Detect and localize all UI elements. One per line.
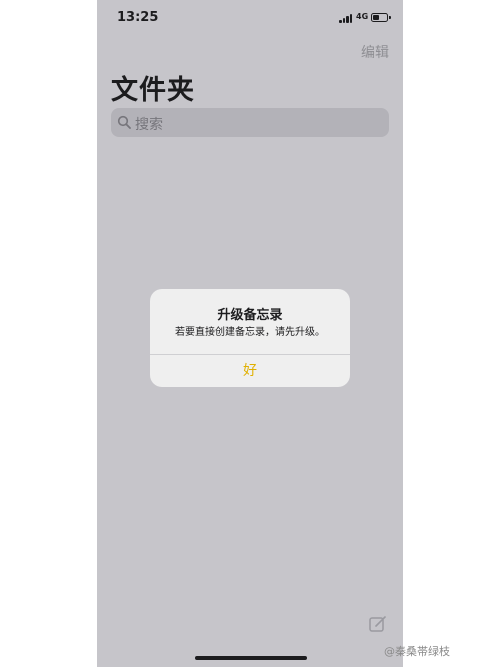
alert-message: 若要直接创建备忘录，请先升级。 [175,327,325,338]
phone-screen: 13:25 4G 编辑 文件夹 搜索 升级备忘录 若要直接创建备忘录，请先升级。… [97,0,403,667]
network-type: 4G [356,12,369,21]
status-bar: 13:25 4G [97,0,403,36]
status-time: 13:25 [117,10,159,25]
search-icon [117,115,131,129]
upgrade-alert-dialog: 升级备忘录 若要直接创建备忘录，请先升级。 好 [150,289,350,387]
page-title: 文件夹 [111,75,195,106]
edit-button[interactable]: 编辑 [361,42,389,62]
home-indicator[interactable] [195,656,307,660]
watermark: @秦桑帯绿枝 [384,645,450,658]
cellular-signal-icon [339,13,353,23]
alert-title: 升级备忘录 [217,308,283,323]
compose-icon[interactable] [368,614,388,634]
search-placeholder: 搜索 [135,117,163,133]
battery-icon [371,13,388,22]
ok-button[interactable]: 好 [150,355,350,387]
search-input[interactable]: 搜索 [111,108,389,137]
